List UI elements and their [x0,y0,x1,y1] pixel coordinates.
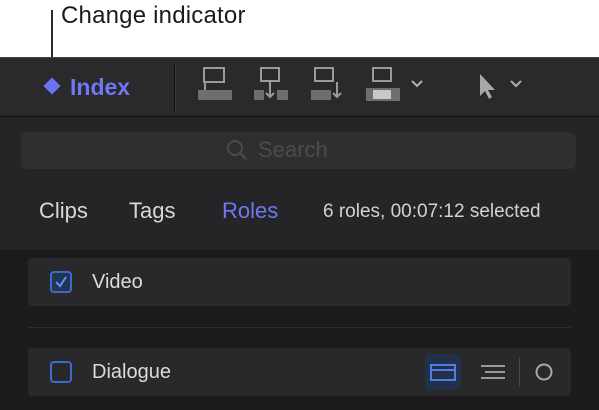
select-tool-button[interactable] [472,66,512,106]
role-checkbox-dialogue[interactable] [50,361,72,383]
search-field[interactable] [21,131,576,169]
role-checkbox-video[interactable] [50,271,72,293]
insert-clip-icon [254,67,288,100]
chevron-down-icon[interactable] [509,78,523,90]
connect-clip-button[interactable] [196,66,236,106]
tab-roles[interactable]: Roles [222,198,278,224]
overwrite-clip-icon [366,67,400,101]
search-icon [227,140,247,160]
insert-clip-button[interactable] [252,66,292,106]
toolbar: Index [0,57,599,117]
show-subroles-button[interactable] [475,354,511,390]
connect-clip-icon [198,67,232,100]
toolbar-divider [174,62,175,112]
tab-clips[interactable]: Clips [39,198,88,224]
show-lanes-button[interactable] [425,354,461,390]
subroles-icon [481,365,505,379]
role-label: Dialogue [92,361,171,383]
append-clip-button[interactable] [309,66,349,106]
focus-role-button[interactable] [526,354,562,390]
role-row-dialogue[interactable]: Dialogue [28,348,571,396]
change-indicator-diamond-icon [43,77,61,95]
role-label: Video [92,271,143,293]
section-divider [28,327,571,328]
index-button[interactable]: Index [70,74,130,101]
index-tabs: Clips Tags Roles 6 roles, 00:07:12 selec… [0,192,599,236]
focus-circle-icon [535,363,553,381]
change-indicator-callout: Change indicator [61,2,246,29]
role-row-video[interactable]: Video [28,258,571,306]
timeline-index-panel: Index Search Clips Tags Roles 6 roles, 0… [0,57,599,410]
tab-tags[interactable]: Tags [129,198,175,224]
checkmark-icon [55,276,67,288]
selection-status: 6 roles, 00:07:12 selected [323,201,541,222]
overwrite-clip-button[interactable] [364,66,404,106]
select-tool-icon [480,74,495,99]
row-divider [519,357,520,387]
lanes-icon [430,364,456,381]
roles-list: Video Dialogue [0,250,599,410]
append-clip-icon [311,67,342,100]
search-input[interactable] [258,136,458,164]
chevron-down-icon[interactable] [410,78,424,90]
